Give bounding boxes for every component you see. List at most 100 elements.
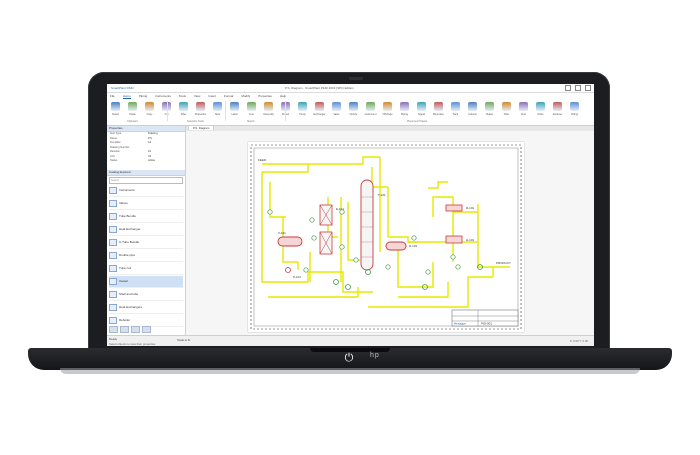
pid-diagram[interactable]: T-101 V-101 D-101 E-101 R-101 H-101 P-10… bbox=[248, 142, 524, 332]
symbol-icon bbox=[109, 199, 117, 207]
catalog-item-label: Valves bbox=[119, 201, 128, 205]
ribbon-button-signal[interactable] bbox=[417, 102, 426, 111]
catalog-item-label: Double pipe bbox=[119, 253, 136, 257]
symbol-icon bbox=[109, 290, 117, 298]
symbol-icon bbox=[109, 238, 117, 246]
ribbon-button-instrument[interactable] bbox=[366, 102, 375, 111]
ribbon-button-nozzle[interactable] bbox=[349, 102, 358, 111]
ribbon-button-label: Reducer bbox=[552, 113, 563, 116]
ribbon-button-pump[interactable] bbox=[298, 102, 307, 111]
ribbon-button-fitting[interactable] bbox=[570, 102, 579, 111]
laptop-foot bbox=[60, 368, 640, 374]
symbol-icon bbox=[109, 277, 117, 285]
panel-button[interactable] bbox=[109, 326, 118, 333]
catalog-item-label: Instruments bbox=[119, 188, 135, 192]
symbol-icon bbox=[109, 212, 117, 220]
ribbon-button-vent[interactable] bbox=[519, 102, 528, 111]
reactor-tag: R-101 bbox=[466, 206, 475, 210]
status-hint: Select objects to view their properties bbox=[109, 342, 156, 346]
minimize-icon[interactable] bbox=[565, 85, 571, 91]
ribbon-button-properties[interactable] bbox=[196, 102, 205, 111]
ribbon-group-label: Placement Palette bbox=[407, 120, 428, 123]
left-panel: Properties Item Type Drawing Name P.S. Templ… bbox=[107, 126, 186, 335]
ribbon-button-label: Off-Page bbox=[382, 113, 393, 116]
power-icon[interactable]: ⏻ bbox=[342, 351, 356, 365]
ribbon-button-reducer[interactable] bbox=[553, 102, 562, 111]
ribbon-group-label: Clipboard bbox=[127, 120, 138, 123]
maximize-icon[interactable] bbox=[575, 85, 581, 91]
ribbon-separator bbox=[167, 101, 168, 121]
pipe bbox=[262, 156, 380, 165]
catalog-item[interactable]: Heat Exchangers bbox=[109, 302, 183, 314]
instrument-icon bbox=[267, 209, 273, 215]
pipe bbox=[347, 202, 360, 261]
ribbon-button-label[interactable] bbox=[230, 102, 239, 111]
column-equipment: T-101 bbox=[360, 179, 386, 271]
drawing-sheet[interactable]: T-101 V-101 D-101 E-101 R-101 H-101 P-10… bbox=[248, 142, 524, 332]
catalog-item[interactable]: Tube Bundle bbox=[109, 211, 183, 223]
ribbon-button-note[interactable] bbox=[213, 102, 222, 111]
ribbon-group-label: Selection Tools bbox=[187, 120, 204, 123]
zoom-select[interactable]: Scale to fit bbox=[177, 338, 190, 342]
ribbon-group-label: Sketch bbox=[247, 120, 255, 123]
catalog-item[interactable]: Valves bbox=[109, 198, 183, 210]
brand-logo: hp bbox=[370, 352, 380, 359]
catalog-item-label: Shell and tube bbox=[119, 292, 139, 296]
panel-button[interactable] bbox=[142, 326, 151, 333]
title-bar: SmartPlant P&ID P.S. Diagram - SmartPlan… bbox=[107, 84, 594, 93]
ribbon-button-select[interactable] bbox=[111, 102, 120, 111]
drawing-canvas[interactable]: T-101 V-101 D-101 E-101 R-101 H-101 P-10… bbox=[186, 131, 594, 335]
ribbon-button-assembly[interactable] bbox=[264, 102, 273, 111]
drum-tag: D-101 bbox=[409, 244, 418, 248]
catalog-item[interactable]: Reboiler bbox=[109, 315, 183, 327]
catalog-search-input[interactable]: Search bbox=[109, 176, 183, 184]
catalog-item[interactable]: Heat Exchanger bbox=[109, 224, 183, 236]
ribbon-button-off-page[interactable] bbox=[383, 102, 392, 111]
ribbon-button-label: Line bbox=[249, 113, 254, 116]
ribbon-button-label: Select bbox=[112, 113, 119, 116]
document-tab[interactable]: P.S. Diagram bbox=[188, 125, 215, 130]
catalog-item[interactable]: Tube coil bbox=[109, 263, 183, 275]
screen: SmartPlant P&ID P.S. Diagram - SmartPlan… bbox=[107, 84, 594, 346]
catalog-item[interactable]: Double pipe bbox=[109, 250, 183, 262]
ribbon-button-valve[interactable] bbox=[332, 102, 341, 111]
ribbon-button-paste[interactable] bbox=[128, 102, 137, 111]
instrument-icon bbox=[339, 209, 345, 215]
ribbon-button-exchanger[interactable] bbox=[315, 102, 324, 111]
pipe bbox=[397, 247, 423, 288]
ribbon-button-copy[interactable] bbox=[145, 102, 154, 111]
ribbon-button-heater[interactable] bbox=[485, 102, 494, 111]
ribbon-button-tank[interactable] bbox=[451, 102, 460, 111]
ribbon-button-label: Filter bbox=[180, 113, 187, 116]
catalog-item[interactable]: Shell and tube bbox=[109, 289, 183, 301]
catalog-item-label: Vessel bbox=[119, 279, 128, 283]
close-icon[interactable] bbox=[585, 85, 591, 91]
catalog-item-label: Heat Exchanger bbox=[119, 227, 141, 231]
ribbon-button-label: Signal bbox=[418, 113, 425, 116]
ribbon-button-label: Assembly bbox=[263, 113, 274, 116]
catalog-item[interactable]: Vessel bbox=[109, 275, 183, 288]
property-value: A1 bbox=[148, 141, 152, 144]
property-row[interactable]: Status Active bbox=[107, 159, 185, 164]
catalog-item-label: U-Tube Bundle bbox=[119, 240, 140, 244]
ribbon-button-column[interactable] bbox=[468, 102, 477, 111]
ribbon-button-drain[interactable] bbox=[536, 102, 545, 111]
symbol-icon bbox=[109, 316, 117, 324]
ribbon-button-label: Heater bbox=[485, 113, 494, 116]
panel-button[interactable] bbox=[131, 326, 140, 333]
catalog-item[interactable]: U-Tube Bundle bbox=[109, 237, 183, 249]
laptop: SmartPlant P&ID P.S. Diagram - SmartPlan… bbox=[0, 0, 700, 455]
instrument-icon bbox=[309, 217, 315, 223]
ribbon-button-label: Piping bbox=[401, 113, 408, 116]
panel-button[interactable] bbox=[120, 326, 129, 333]
instrument-icon bbox=[450, 254, 456, 260]
ribbon-button-label: Filter bbox=[503, 113, 510, 116]
ribbon-button-filter[interactable] bbox=[502, 102, 511, 111]
ribbon-button-boundary[interactable] bbox=[434, 102, 443, 111]
instrument-icon bbox=[303, 267, 309, 273]
ribbon-button-line[interactable] bbox=[247, 102, 256, 111]
ribbon-button-piping[interactable] bbox=[400, 102, 409, 111]
ribbon-button-label: Copy bbox=[146, 113, 153, 116]
ribbon-button-filter[interactable] bbox=[179, 102, 188, 111]
catalog-item[interactable]: Instruments bbox=[109, 185, 183, 197]
